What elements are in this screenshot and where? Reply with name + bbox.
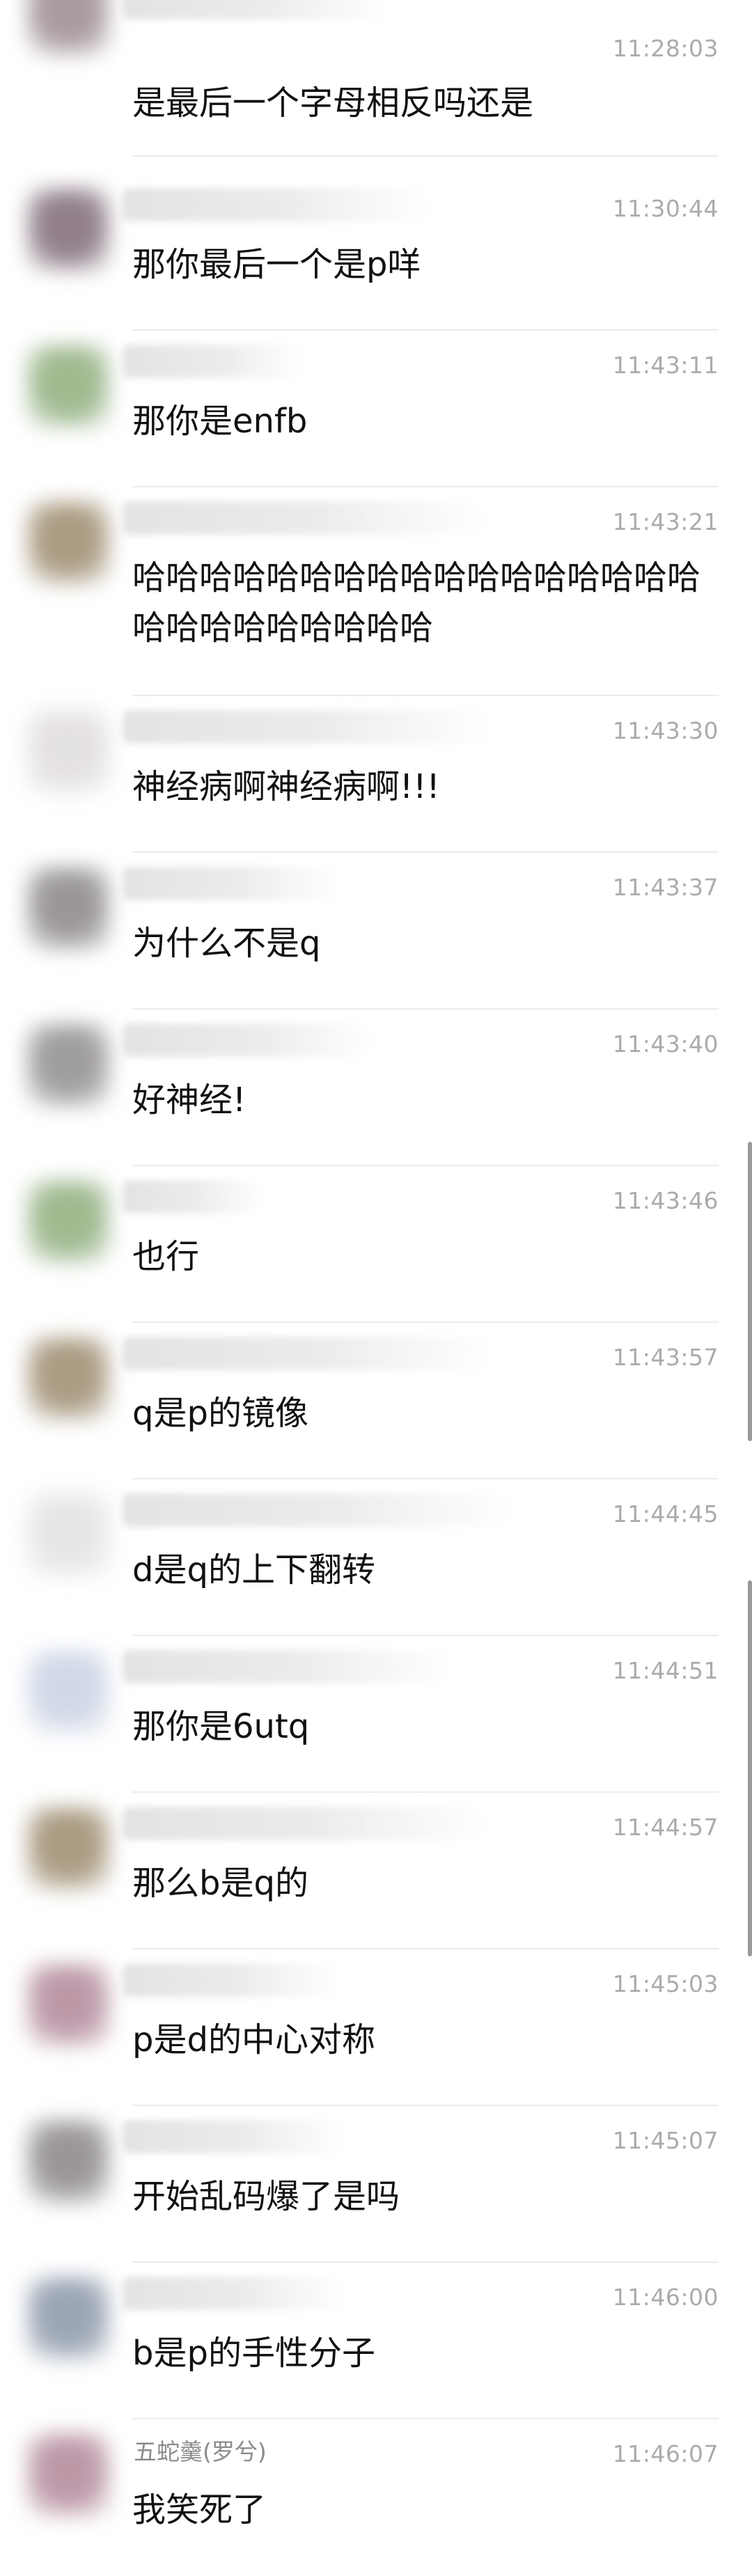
sender-name-redacted	[123, 1963, 338, 1997]
sender-name-redacted	[123, 501, 485, 535]
message-row: 11:28:03 是最后一个字母相反吗还是	[0, 0, 752, 157]
sender-name-redacted	[123, 345, 304, 378]
avatar[interactable]	[26, 2277, 110, 2360]
message-timestamp: 11:43:57	[612, 1344, 719, 1371]
message-timestamp: 11:45:07	[612, 2127, 719, 2154]
avatar[interactable]	[26, 345, 110, 428]
avatar[interactable]	[26, 501, 110, 585]
message-text[interactable]: 那你是6utq	[132, 1702, 717, 1752]
message-timestamp: 11:45:03	[612, 1970, 719, 1997]
sender-name[interactable]: 五蛇羹(罗兮)	[134, 2433, 267, 2467]
avatar[interactable]	[26, 188, 110, 272]
sender-name-redacted	[123, 1337, 492, 1370]
message-timestamp: 11:43:30	[612, 717, 719, 744]
message-row: 11:30:44 那你最后一个是p咩	[0, 174, 752, 331]
message-text[interactable]: 那你最后一个是p咩	[132, 239, 717, 290]
message-text[interactable]: 也行	[132, 1232, 717, 1282]
avatar[interactable]	[26, 2433, 110, 2517]
message-row: 11:43:40 好神经!	[0, 1010, 752, 1166]
message-row: 11:45:03 p是d的中心对称	[0, 1949, 752, 2106]
message-text[interactable]: 是最后一个字母相反吗还是	[132, 78, 717, 128]
message-row: 11:44:45 d是q的上下翻转	[0, 1479, 752, 1636]
sender-name-redacted	[123, 1023, 373, 1057]
scrollbar[interactable]	[748, 1142, 752, 1441]
sender-name-redacted	[123, 188, 429, 221]
message-text[interactable]: 那么b是q的	[132, 1858, 717, 1908]
avatar[interactable]	[26, 1650, 110, 1734]
message-timestamp: 11:43:40	[612, 1030, 719, 1058]
message-text[interactable]: 神经病啊神经病啊!!!	[132, 762, 717, 812]
message-text[interactable]: 开始乱码爆了是吗	[132, 2171, 717, 2222]
message-timestamp: 11:43:46	[612, 1187, 719, 1214]
message-timestamp: 11:30:44	[612, 195, 719, 222]
message-row: 11:44:57 那么b是q的	[0, 1793, 752, 1949]
message-row: 11:43:30 神经病啊神经病啊!!!	[0, 696, 752, 853]
message-text[interactable]: 那你是enfb	[132, 396, 717, 446]
message-timestamp: 11:44:51	[612, 1657, 719, 1684]
message-timestamp: 11:44:45	[612, 1500, 719, 1527]
message-row: 五蛇羹(罗兮) 11:46:07 我笑死了	[0, 2419, 752, 2576]
message-row: 11:43:57 q是p的镜像	[0, 1323, 752, 1479]
avatar[interactable]	[26, 1963, 110, 2047]
avatar[interactable]	[26, 1023, 110, 1107]
avatar[interactable]	[26, 710, 110, 794]
sender-name-redacted	[123, 710, 492, 744]
message-text[interactable]: p是d的中心对称	[132, 2015, 717, 2065]
avatar[interactable]	[26, 1337, 110, 1420]
message-timestamp: 11:43:21	[612, 508, 719, 535]
avatar[interactable]	[26, 867, 110, 950]
message-divider	[132, 155, 719, 157]
message-text[interactable]: 我笑死了	[132, 2485, 717, 2535]
avatar[interactable]	[26, 0, 110, 56]
message-text[interactable]: 好神经!	[132, 1075, 717, 1125]
message-row: 11:43:46 也行	[0, 1166, 752, 1323]
message-text[interactable]: d是q的上下翻转	[132, 1545, 717, 1595]
avatar[interactable]	[26, 1493, 110, 1577]
message-row: 11:45:07 开始乱码爆了是吗	[0, 2106, 752, 2263]
message-text[interactable]: q是p的镜像	[132, 1388, 717, 1438]
sender-name-redacted	[123, 1807, 485, 1840]
message-timestamp: 11:43:37	[612, 874, 719, 901]
message-timestamp: 11:43:11	[612, 352, 719, 379]
message-row: 11:46:00 b是p的手性分子	[0, 2263, 752, 2419]
message-timestamp: 11:46:07	[612, 2440, 719, 2467]
message-row: 11:44:51 那你是6utq	[0, 1636, 752, 1793]
message-text[interactable]: b是p的手性分子	[132, 2328, 717, 2378]
message-text[interactable]: 为什么不是q	[132, 918, 717, 968]
message-text[interactable]: 哈哈哈哈哈哈哈哈哈哈哈哈哈哈哈哈哈哈哈哈哈哈哈哈哈哈	[132, 553, 717, 653]
avatar[interactable]	[26, 1807, 110, 1890]
message-row: 11:43:37 为什么不是q	[0, 853, 752, 1010]
message-timestamp: 11:46:00	[612, 2284, 719, 2311]
sender-name-redacted	[123, 1493, 512, 1527]
avatar[interactable]	[26, 1180, 110, 1264]
message-timestamp: 11:44:57	[612, 1814, 719, 1841]
chat-history: 11:28:03 是最后一个字母相反吗还是 11:30:44 那你最后一个是p咩 11:…	[0, 0, 752, 2568]
avatar[interactable]	[26, 2120, 110, 2204]
scrollbar[interactable]	[748, 1580, 752, 1956]
sender-name-redacted	[123, 1180, 262, 1214]
sender-name-redacted	[123, 2277, 345, 2310]
sender-name-redacted	[123, 1650, 450, 1683]
sender-name-redacted	[123, 867, 338, 900]
sender-name-redacted	[123, 0, 387, 19]
message-row: 11:43:21 哈哈哈哈哈哈哈哈哈哈哈哈哈哈哈哈哈哈哈哈哈哈哈哈哈哈	[0, 487, 752, 696]
sender-name-redacted	[123, 2120, 345, 2153]
message-row: 11:43:11 那你是enfb	[0, 331, 752, 487]
message-timestamp: 11:28:03	[612, 35, 719, 62]
